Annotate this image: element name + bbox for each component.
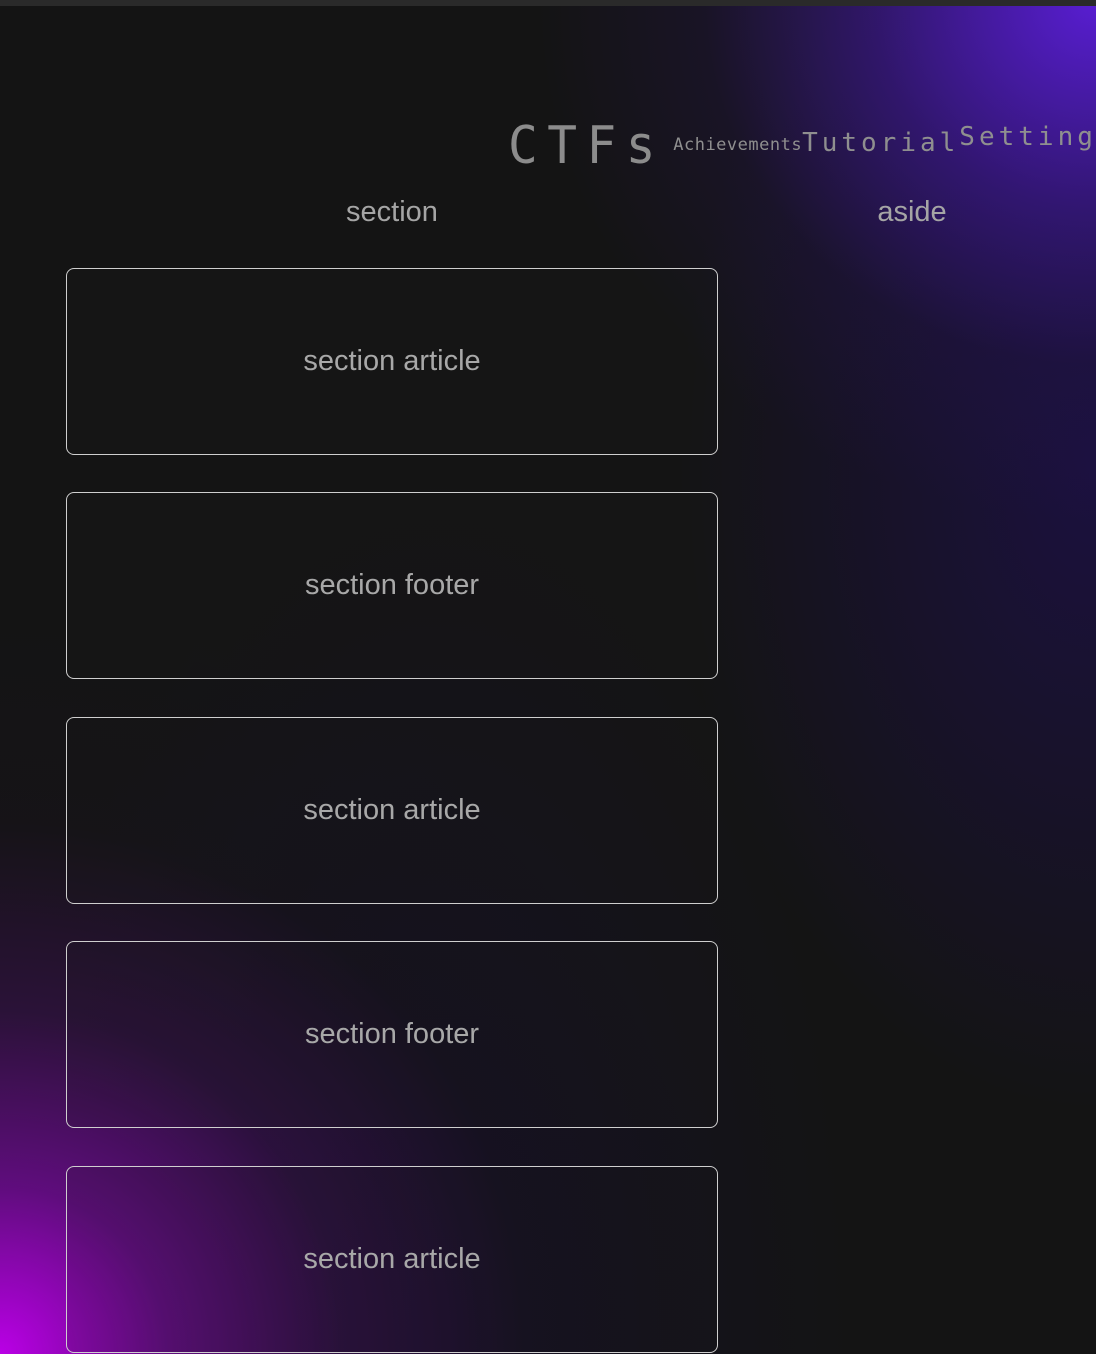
card-label: section article [303, 794, 481, 826]
nav-link-settings[interactable]: Settings [959, 124, 1096, 150]
main-nav: CTFs Achievements Tutorial Settings [508, 112, 1096, 172]
card-label: section article [303, 1243, 481, 1275]
section-heading: section [346, 196, 438, 228]
section-article-card: section article [66, 1166, 718, 1353]
card-label: section article [303, 345, 481, 377]
section-footer-card: section footer [66, 492, 718, 679]
section-article-card: section article [66, 268, 718, 455]
ctfs-logo-link[interactable]: CTFs [508, 120, 665, 172]
nav-link-tutorial[interactable]: Tutorial [802, 130, 959, 156]
aside-heading: aside [877, 196, 947, 228]
section-article-card: section article [66, 717, 718, 904]
top-bar [0, 0, 1096, 6]
nav-link-achievements[interactable]: Achievements [673, 137, 802, 154]
section-footer-card: section footer [66, 941, 718, 1128]
card-label: section footer [304, 1018, 480, 1050]
card-label: section footer [304, 569, 480, 601]
